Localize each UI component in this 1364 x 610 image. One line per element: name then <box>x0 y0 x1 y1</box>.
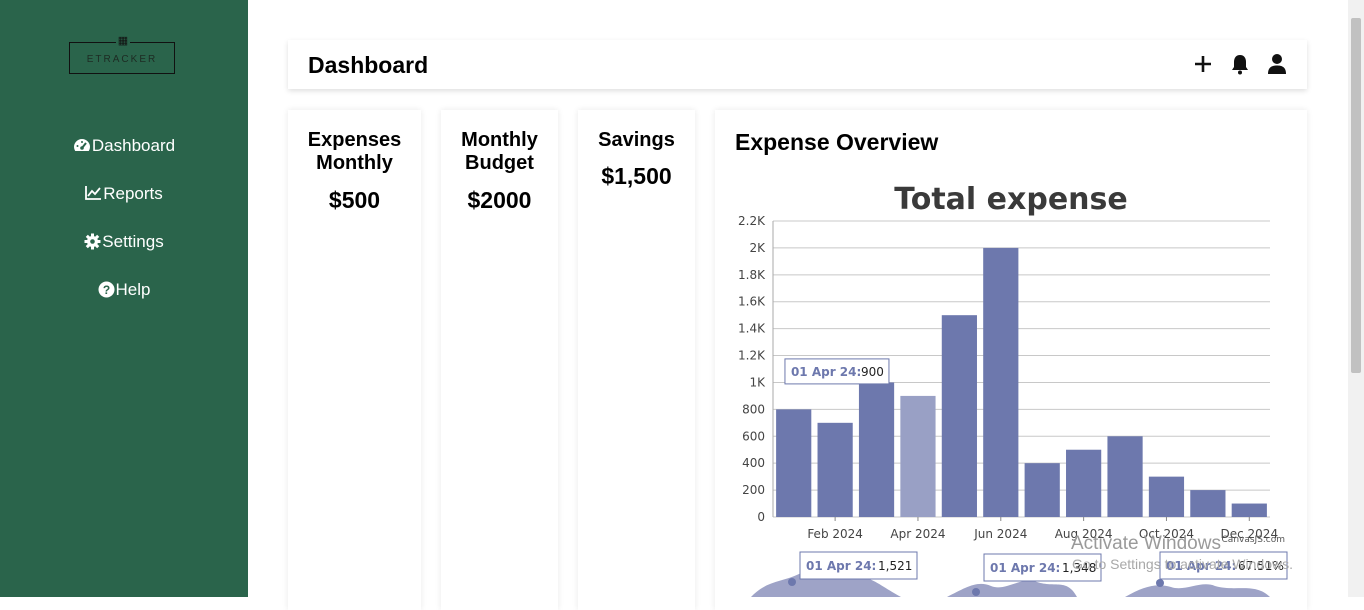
line-chart-icon <box>85 186 102 200</box>
chart-bar <box>1066 449 1102 517</box>
y-tick-label: 400 <box>742 456 765 470</box>
x-tick-label: Jun 2024 <box>973 527 1027 541</box>
logo-text: ETRACKER <box>86 54 158 65</box>
area-point-marker <box>1156 579 1164 587</box>
y-tick-label: 1.6K <box>738 295 766 309</box>
y-tick-label: 200 <box>742 483 765 497</box>
tooltip-value: 1,521 <box>878 559 912 573</box>
card-title-line: Budget <box>465 152 534 174</box>
y-tick-label: 1.8K <box>738 268 766 282</box>
tooltip-label: 01 Apr 24: <box>990 561 1060 575</box>
y-tick-label: 1K <box>749 375 766 389</box>
sidebar-item-label: Reports <box>103 184 163 203</box>
page-title: Dashboard <box>308 52 429 78</box>
card-title-line: Expenses <box>307 129 402 151</box>
header-actions <box>1178 52 1289 76</box>
chart-bar <box>1231 503 1267 517</box>
chart-bar <box>817 422 853 517</box>
card-value: $500 <box>328 187 381 213</box>
app-logo[interactable]: ▦ ETRACKER <box>69 35 175 74</box>
expense-bar-chart: Total expense 0 200 400 600 800 1K 1.2K 1.4K 1.6K… <box>738 182 1288 597</box>
y-tick-label: 800 <box>742 402 765 416</box>
area-series-fragment <box>1125 584 1270 597</box>
area-point-marker <box>788 578 796 586</box>
chart-title: Total expense <box>894 182 1127 217</box>
chart-bar <box>941 315 977 517</box>
y-tick-label: 600 <box>742 429 765 443</box>
activate-windows-subtitle: Go to Settings to activate Windows. <box>1072 556 1293 572</box>
card-title-line: Monthly <box>461 129 538 151</box>
svg-text:?: ? <box>102 283 109 297</box>
y-tick-label: 0 <box>757 510 765 524</box>
tooltip-label: 01 Apr 24: <box>791 365 861 379</box>
x-tick-label: Feb 2024 <box>807 527 863 541</box>
gauge-icon <box>73 139 90 151</box>
area-point-marker <box>972 588 980 596</box>
card-title: Expenses Monthly <box>288 129 421 175</box>
sidebar-item-settings[interactable]: Settings <box>0 230 248 278</box>
monthly-budget-card: Monthly Budget $2000 <box>441 110 558 610</box>
bell-icon[interactable] <box>1228 52 1252 76</box>
tooltip-value: 900 <box>861 365 884 379</box>
sidebar-item-help[interactable]: ? Help <box>0 278 248 326</box>
scrollbar-thumb[interactable] <box>1351 18 1361 373</box>
savings-card: Savings $1,500 <box>578 110 695 610</box>
logo-receipt-icon: ▦ <box>116 35 130 47</box>
gear-icon <box>84 233 101 250</box>
chart-bar <box>858 382 895 517</box>
chart-bar <box>1024 463 1060 517</box>
sidebar: ▦ ETRACKER Dashboard Reports Settings ? … <box>0 0 248 597</box>
sidebar-nav: Dashboard Reports Settings ? Help <box>0 134 248 326</box>
plus-icon[interactable] <box>1191 52 1215 76</box>
y-tick-label: 2K <box>749 241 766 255</box>
card-title: Savings <box>578 129 695 152</box>
card-value: $1,500 <box>601 163 672 189</box>
vertical-scrollbar[interactable] <box>1348 0 1364 597</box>
y-tick-label: 1.4K <box>738 322 766 336</box>
user-icon[interactable] <box>1265 52 1289 76</box>
chart-bar <box>1107 436 1143 517</box>
chart-bar <box>776 409 812 517</box>
chart-credit: CanvasJS.com <box>1222 535 1285 545</box>
sidebar-item-dashboard[interactable]: Dashboard <box>0 134 248 182</box>
tooltip-label: 01 Apr 24: <box>806 559 876 573</box>
card-title-line: Monthly <box>316 152 393 174</box>
area-series-fragment <box>947 580 1077 597</box>
y-tick-label: 1.2K <box>738 349 766 363</box>
sidebar-item-label: Dashboard <box>91 136 176 155</box>
expenses-monthly-card: Expenses Monthly $500 <box>288 110 421 610</box>
card-title: Monthly Budget <box>441 129 558 175</box>
header-bar: Dashboard <box>288 40 1307 89</box>
activate-windows-title: Activate Windows <box>1071 533 1221 554</box>
card-title-line: Savings <box>598 129 675 151</box>
chart-bar <box>900 395 936 517</box>
y-tick-label: 2.2K <box>738 214 766 228</box>
sidebar-item-label: Settings <box>102 232 164 251</box>
sidebar-item-reports[interactable]: Reports <box>0 182 248 230</box>
chart-bar <box>983 247 1019 517</box>
chart-bar <box>1148 476 1185 517</box>
chart-bar <box>1190 490 1226 517</box>
x-tick-label: Apr 2024 <box>890 527 945 541</box>
question-circle-icon: ? <box>98 281 115 298</box>
sidebar-item-label: Help <box>115 280 151 299</box>
card-value: $2000 <box>467 187 532 213</box>
